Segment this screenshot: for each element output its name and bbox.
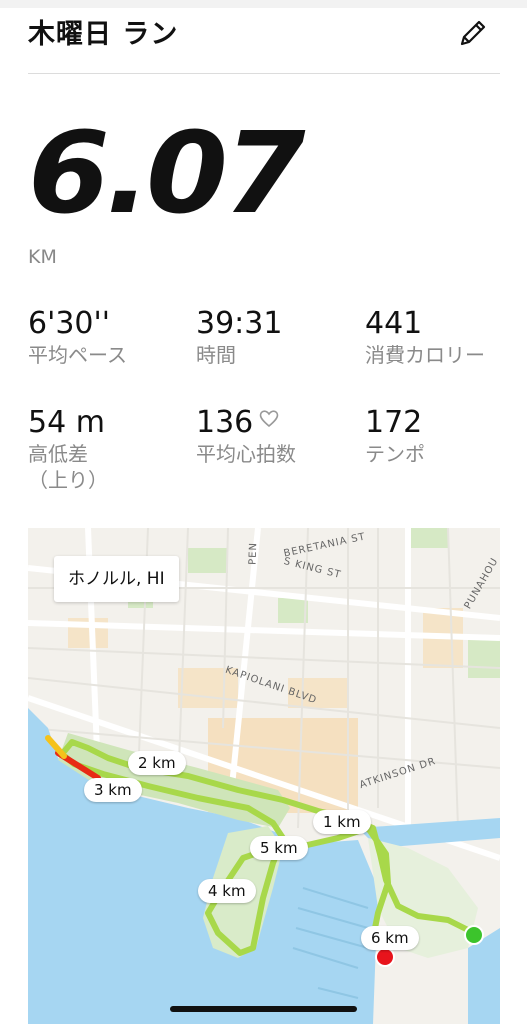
km-marker: 4 km	[198, 879, 256, 903]
stat-value: 441	[365, 306, 423, 341]
stat-value: 54 m	[28, 405, 105, 440]
stat-value: 6'30''	[28, 306, 111, 341]
stat-label: 消費カロリー	[365, 343, 485, 367]
distance-value: 6.07	[28, 109, 306, 239]
page-title: 木曜日 ラン	[28, 19, 179, 50]
stat-calories: 441 消費カロリー	[365, 306, 505, 368]
home-indicator[interactable]	[170, 1006, 357, 1012]
stat-label: 平均ペース	[28, 343, 127, 367]
stat-time: 39:31 時間	[196, 306, 356, 368]
stat-label: 時間	[196, 343, 236, 367]
stat-label: 高低差 （上り）	[28, 442, 108, 492]
stat-value: 39:31	[196, 306, 283, 341]
route-map[interactable]: BERETANIA ST S KING ST KAPIOLANI BLVD AT…	[28, 528, 500, 1024]
map-canvas	[28, 528, 500, 1024]
km-marker: 5 km	[250, 836, 308, 860]
stat-value: 172	[365, 405, 423, 440]
location-label: ホノルル, HI	[54, 556, 179, 602]
divider	[28, 73, 500, 74]
distance-unit: KM	[28, 246, 57, 268]
stat-value: 136	[196, 405, 254, 440]
stat-pace: 6'30'' 平均ペース	[28, 306, 188, 368]
stat-value-row: 136	[196, 405, 356, 441]
stat-heart-rate: 136 平均心拍数	[196, 405, 356, 467]
stat-elevation: 54 m 高低差 （上り）	[28, 405, 188, 493]
street-label: PEN	[247, 541, 260, 566]
km-marker: 2 km	[128, 751, 186, 775]
stat-label: 平均心拍数	[196, 442, 296, 466]
heart-outline-icon	[259, 409, 279, 427]
status-bar-edge	[0, 0, 527, 8]
km-marker: 3 km	[84, 778, 142, 802]
stat-cadence: 172 テンポ	[365, 405, 525, 467]
km-marker: 6 km	[361, 926, 419, 950]
pencil-icon[interactable]	[456, 16, 490, 50]
stat-label: テンポ	[365, 442, 425, 466]
km-marker: 1 km	[313, 810, 371, 834]
header: 木曜日 ラン	[28, 10, 500, 70]
